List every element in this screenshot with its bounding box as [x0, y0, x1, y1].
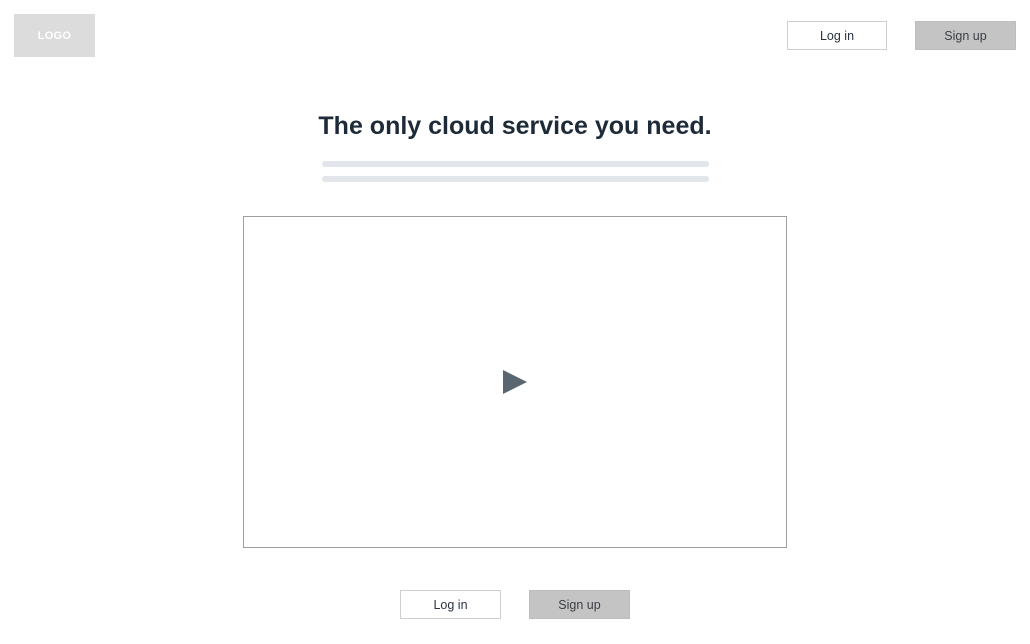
logo: LOGO — [14, 14, 95, 57]
play-icon[interactable] — [502, 369, 528, 395]
page-headline: The only cloud service you need. — [318, 112, 712, 140]
header-login-button[interactable]: Log in — [787, 21, 887, 50]
subtitle-placeholder-line — [322, 176, 709, 182]
footer-signup-button[interactable]: Sign up — [529, 590, 630, 619]
header-signup-button[interactable]: Sign up — [915, 21, 1016, 50]
subtitle-placeholder-line — [322, 161, 709, 167]
footer-login-button[interactable]: Log in — [400, 590, 501, 619]
